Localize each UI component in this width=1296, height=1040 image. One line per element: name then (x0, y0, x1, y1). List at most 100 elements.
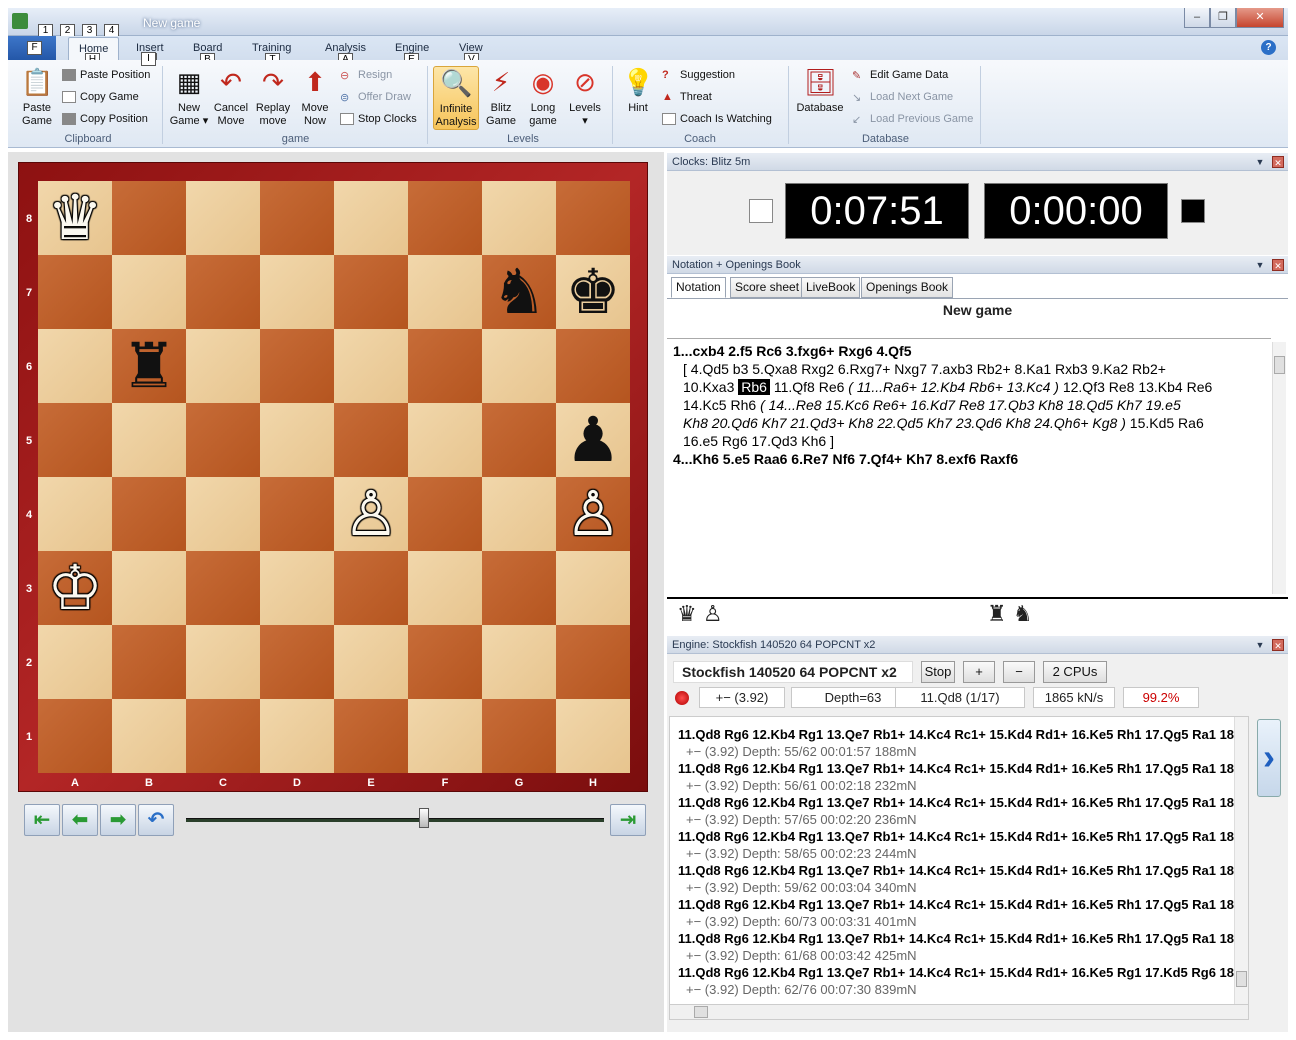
board-square[interactable] (408, 699, 482, 773)
board-square[interactable] (38, 477, 112, 551)
board-square[interactable] (482, 551, 556, 625)
load-previous-game-button[interactable]: ↙ Load Previous Game (852, 113, 973, 126)
cpus-button[interactable]: 2 CPUs (1043, 661, 1107, 683)
board-square[interactable] (186, 181, 260, 255)
scrollbar-thumb[interactable] (694, 1006, 708, 1018)
variation-line[interactable]: [ 4.Qd5 b3 5.Qxa8 Rxg2 6.Rxg7+ Nxg7 7.ax… (673, 360, 1263, 378)
board-square[interactable] (186, 551, 260, 625)
panel-menu-icon[interactable]: ▼ (1254, 259, 1266, 271)
white-pawn-icon[interactable]: ♙ (556, 477, 630, 551)
move-now-button[interactable]: ⬆ Move Now (292, 66, 338, 128)
board-square[interactable] (556, 551, 630, 625)
load-next-game-button[interactable]: ↘ Load Next Game (852, 91, 953, 104)
board-square[interactable] (38, 625, 112, 699)
variation-line[interactable]: Kh8 20.Qd6 Kh7 21.Qd3+ Kh8 22.Qd5 Kh7 23… (673, 414, 1263, 432)
white-queen-icon[interactable]: ♛ (38, 181, 112, 255)
expand-engine-arrow-icon[interactable]: › (1257, 719, 1281, 797)
stop-engine-button[interactable]: Stop (921, 661, 955, 683)
board-square[interactable] (408, 181, 482, 255)
hint-button[interactable]: 💡 Hint (615, 66, 661, 115)
suggestion-button[interactable]: ? Suggestion (662, 69, 735, 81)
board-square[interactable] (260, 551, 334, 625)
board-square[interactable] (334, 181, 408, 255)
board-square[interactable] (38, 255, 112, 329)
board-square[interactable] (334, 329, 408, 403)
engine-horizontal-scrollbar[interactable] (669, 1004, 1249, 1020)
tab-openings-book[interactable]: Openings Book (861, 277, 954, 298)
app-logo-icon[interactable] (12, 13, 28, 29)
board-square[interactable] (408, 477, 482, 551)
move-slider-thumb[interactable] (419, 808, 430, 828)
panel-close-icon[interactable]: ✕ (1272, 639, 1284, 651)
board-square[interactable] (38, 699, 112, 773)
board-square[interactable] (260, 625, 334, 699)
board-square[interactable] (556, 181, 630, 255)
remove-line-button[interactable]: − (1003, 661, 1035, 683)
engine-pv-line[interactable]: 11.Qd8 Rg6 12.Kb4 Rg1 13.Qe7 Rb1+ 14.Kc4… (678, 795, 1234, 810)
engine-pv-line[interactable]: 11.Qd8 Rg6 12.Kb4 Rg1 13.Qe7 Rb1+ 14.Kc4… (678, 829, 1234, 844)
board-square[interactable] (186, 699, 260, 773)
board-square[interactable] (260, 329, 334, 403)
board-square[interactable] (112, 551, 186, 625)
cancel-move-button[interactable]: ↶ Cancel Move (208, 66, 254, 128)
current-move[interactable]: Rb6 (738, 379, 770, 395)
panel-menu-icon[interactable]: ▼ (1254, 156, 1266, 168)
engine-pv-line[interactable]: 11.Qd8 Rg6 12.Kb4 Rg1 13.Qe7 Rb1+ 14.Kc4… (678, 727, 1234, 742)
engine-pv-line[interactable]: 11.Qd8 Rg6 12.Kb4 Rg1 13.Qe7 Rb1+ 14.Kc4… (678, 761, 1234, 776)
board-square[interactable] (112, 625, 186, 699)
board-square[interactable] (482, 329, 556, 403)
board-square[interactable] (38, 329, 112, 403)
board-square[interactable] (482, 403, 556, 477)
move-text[interactable]: 14.Kc5 Rh6 (683, 397, 756, 413)
board-square[interactable] (556, 329, 630, 403)
stop-clocks-checkbox[interactable]: Stop Clocks (340, 113, 417, 126)
engine-pv-line[interactable]: 11.Qd8 Rg6 12.Kb4 Rg1 13.Qe7 Rb1+ 14.Kc4… (678, 897, 1234, 912)
paste-game-button[interactable]: 📋 Paste Game (14, 66, 60, 128)
board-square[interactable] (408, 329, 482, 403)
board-square[interactable] (334, 551, 408, 625)
board-square[interactable] (112, 255, 186, 329)
board-square[interactable] (260, 477, 334, 551)
engine-pv-line[interactable]: 11.Qd8 Rg6 12.Kb4 Rg1 13.Qe7 Rb1+ 14.Kc4… (678, 863, 1234, 878)
variation-line[interactable]: 16.e5 Rg6 17.Qd3 Kh6 ] (673, 432, 1263, 450)
minimize-button[interactable]: – (1184, 8, 1210, 28)
engine-lines[interactable]: 11.Qd8 Rg6 12.Kb4 Rg1 13.Qe7 Rb1+ 14.Kc4… (669, 716, 1249, 1006)
board-square[interactable] (408, 551, 482, 625)
black-rook-icon[interactable]: ♜ (112, 329, 186, 403)
tab-notation[interactable]: Notation (671, 277, 726, 298)
offer-draw-button[interactable]: ⊜ Offer Draw (340, 91, 411, 104)
move-text[interactable]: 15.Kd5 Ra6 (1130, 415, 1204, 431)
variation-line[interactable]: 10.Kxa3 Rb6 11.Qf8 Re6 ( 11...Ra6+ 12.Kb… (673, 378, 1263, 396)
panel-close-icon[interactable]: ✕ (1272, 259, 1284, 271)
first-move-button[interactable]: ⇤ (24, 804, 60, 836)
black-pawn-icon[interactable]: ♟ (556, 403, 630, 477)
coach-is-watching-checkbox[interactable]: Coach Is Watching (662, 113, 772, 126)
blitz-game-button[interactable]: ⚡ Blitz Game (478, 66, 524, 128)
help-icon[interactable]: ? (1261, 40, 1276, 55)
board-square[interactable] (334, 403, 408, 477)
long-game-button[interactable]: ◉ Long game (520, 66, 566, 128)
database-button[interactable]: 🗄 Database (794, 66, 846, 115)
new-game-button[interactable]: ▦ New Game ▾ (166, 66, 212, 128)
board-square[interactable] (260, 181, 334, 255)
subvariation-text[interactable]: Kh8 20.Qd6 Kh7 21.Qd3+ Kh8 22.Qd5 Kh7 23… (683, 415, 1126, 431)
move-text[interactable]: 12.Qf3 Re8 13.Kb4 Re6 (1063, 379, 1212, 395)
close-button[interactable]: ✕ (1236, 8, 1284, 28)
white-pawn-icon[interactable]: ♙ (334, 477, 408, 551)
tab-score-sheet[interactable]: Score sheet (730, 277, 805, 298)
board-square[interactable] (556, 699, 630, 773)
chessboard[interactable]: ♛ ♞ ♚ ♜ ♟ ♙ ♙ ♔ (38, 181, 630, 773)
board-square[interactable] (112, 477, 186, 551)
threat-button[interactable]: ▲ Threat (662, 91, 712, 103)
replay-move-button[interactable]: ↷ Replay move (250, 66, 296, 128)
notation-moves[interactable]: 1...cxb4 2.f5 Rc6 3.fxg6+ Rxg6 4.Qf5 [ 4… (673, 342, 1263, 468)
board-square[interactable] (112, 403, 186, 477)
board-square[interactable] (408, 403, 482, 477)
takeback-button[interactable]: ↶ (138, 804, 174, 836)
infinite-analysis-button[interactable]: 🔍 Infinite Analysis (433, 66, 479, 130)
board-square[interactable] (186, 477, 260, 551)
board-square[interactable] (112, 699, 186, 773)
board-square[interactable] (186, 329, 260, 403)
scrollbar-thumb[interactable] (1274, 356, 1285, 374)
copy-game-button[interactable]: Copy Game (62, 91, 139, 104)
